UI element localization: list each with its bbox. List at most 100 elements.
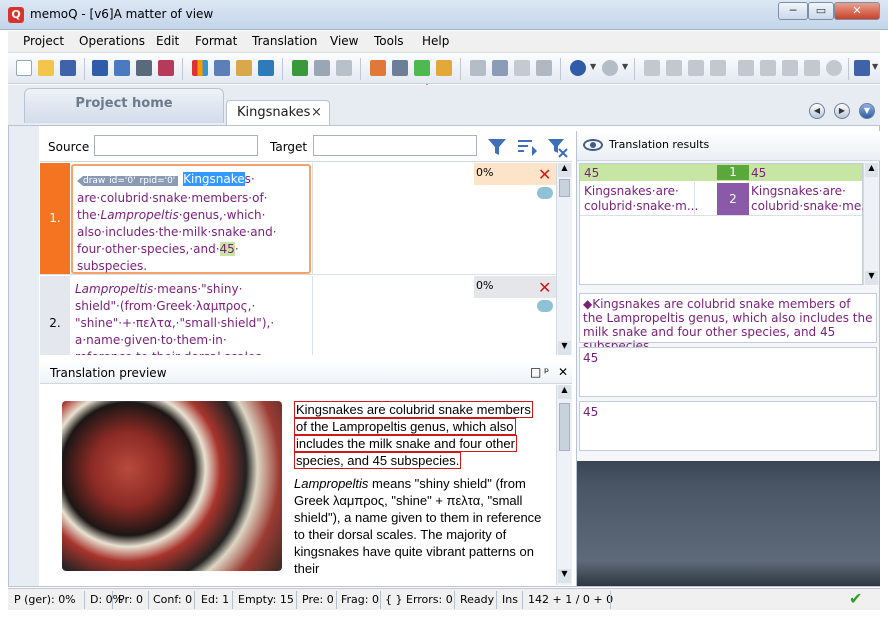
concordance-icon[interactable] [370,60,386,76]
minimize-button[interactable]: ─ [778,2,808,20]
next-segment-icon[interactable] [292,60,308,76]
close-window-button[interactable]: ✕ [834,2,880,20]
undo-icon[interactable] [570,60,586,76]
save-icon[interactable] [60,60,76,76]
grid-scrollbar[interactable]: ▲ ▼ [556,163,572,355]
paste-icon[interactable] [514,60,530,76]
italic-icon[interactable] [666,60,682,76]
view-dropdown-icon[interactable]: ▼ [872,62,878,71]
preview-scrollbar[interactable]: ▲ ▼ [556,385,572,585]
status-empty: Empty: 15 [238,593,294,606]
inline-tag[interactable]: draw id='0' rpid='0' [77,176,179,186]
toolbar: ▼ ▼ ▼ [8,54,880,84]
toolbar-separator [182,58,183,80]
result-item[interactable]: Kingsnakes·are· colubrid·snake·m... 2 Ki… [580,182,873,216]
tab-close-icon[interactable]: × [311,105,322,120]
source-cell[interactable]: Lampropeltis·means·"shiny· shield"·(from… [71,276,311,355]
delete-icon[interactable]: ✕ [538,165,551,184]
maximize-button[interactable]: ▭ [808,2,834,20]
segment-row[interactable]: 2. Lampropeltis·means·"shiny· shield"·(f… [40,276,572,355]
status-ins: Ins [502,593,518,606]
results-scrollbar[interactable]: ▲ ▼ [863,163,879,285]
source-cell[interactable]: draw id='0' rpid='0' Kingsnakes· are·col… [71,164,311,274]
delete-icon[interactable]: ✕ [538,278,551,297]
statistics-icon[interactable] [192,60,208,76]
refresh-icon[interactable] [314,60,330,76]
copy-tags-icon[interactable] [782,60,798,76]
pin-icon[interactable]: ᵖ [544,365,549,379]
sort-icon[interactable] [114,60,130,76]
menu-operations[interactable]: Operations [79,34,145,48]
bold-icon[interactable] [644,60,660,76]
scroll-down-icon[interactable]: ▼ [558,341,571,355]
segment-row[interactable]: 1. draw id='0' rpid='0' Kingsnakes· are·… [40,163,572,275]
lookup-icon[interactable] [392,60,408,76]
copy-doc-icon[interactable] [214,60,230,76]
undo-dropdown-icon[interactable]: ▼ [590,62,596,71]
filter-icon[interactable] [486,136,508,158]
source-filter-input[interactable] [94,135,258,156]
previous-tab-icon[interactable]: ◀ [809,103,825,119]
view-options-icon[interactable] [854,60,870,76]
comment-icon[interactable] [537,187,553,199]
preview-text: Kingsnakes are colubrid snake members of… [294,401,548,577]
menu-translation[interactable]: Translation [252,34,317,48]
tab-list-icon[interactable]: ▼ [859,103,875,119]
target-filter-input[interactable] [313,135,477,156]
scroll-down-icon[interactable]: ▼ [558,569,571,583]
sort-filter-icon[interactable] [516,136,538,158]
pen-icon[interactable] [136,60,152,76]
scroll-thumb[interactable] [559,403,570,451]
export-icon[interactable] [258,60,274,76]
preview-boxed-line: species, and 45 subspecies. [294,452,462,469]
status-errors[interactable]: { } Errors: 0 [385,593,453,606]
tags-icon[interactable] [738,60,754,76]
edit-doc-icon[interactable] [236,60,252,76]
result-item[interactable]: 45 1 45 [580,164,862,181]
results-list: 45 1 45 Kingsnakes·are· colubrid·snake·m… [579,163,873,285]
menu-tools[interactable]: Tools [374,34,404,48]
superscript-icon[interactable] [710,60,726,76]
menu-help[interactable]: Help [422,34,449,48]
scroll-up-icon[interactable]: ▲ [558,163,571,177]
add-term-icon[interactable] [414,60,430,76]
qa-icon[interactable] [826,60,842,76]
print-icon[interactable] [336,60,352,76]
clear-filter-icon[interactable] [546,136,568,158]
tab-project-home[interactable]: Project home [24,88,224,123]
redo-dropdown-icon[interactable]: ▼ [622,62,628,71]
scroll-up-icon[interactable]: ▲ [558,385,571,399]
new-project-icon[interactable] [16,60,32,76]
scroll-up-icon[interactable]: ▲ [865,163,878,177]
status-progress: P (ger): 0% [14,593,76,606]
menu-edit[interactable]: Edit [156,34,179,48]
menu-format[interactable]: Format [195,34,237,48]
float-panel-icon[interactable]: □ [530,365,541,379]
insert-tag-icon[interactable] [760,60,776,76]
open-folder-icon[interactable] [38,60,54,76]
scroll-down-icon[interactable]: ▼ [865,271,878,285]
close-panel-icon[interactable]: ✕ [558,365,568,379]
tab-kingsnakes[interactable]: Kingsnakes × [226,100,330,125]
redo-icon[interactable] [602,60,618,76]
menu-project[interactable]: Project [23,34,64,48]
tab-kingsnakes-label: Kingsnakes [237,105,311,120]
next-tab-icon[interactable]: ▶ [834,103,850,119]
scroll-thumb[interactable] [559,179,570,197]
import-icon[interactable] [92,60,108,76]
app-icon: Q [8,7,24,23]
preview-italic: Lampropeltis [294,476,369,491]
status-pr: Pr: 0 [118,593,143,606]
menu-view[interactable]: View [330,34,358,48]
comment-icon[interactable] [537,300,553,312]
cut-icon[interactable] [470,60,486,76]
eraser-icon[interactable] [158,60,174,76]
segment-number: 1. [40,163,70,274]
clear-tags-icon[interactable] [804,60,820,76]
results-title: Translation results [609,138,710,151]
underline-icon[interactable] [688,60,704,76]
result-divider [694,182,695,216]
paste-special-icon[interactable] [536,60,552,76]
copy-icon[interactable] [492,60,508,76]
quick-add-term-icon[interactable] [436,60,452,76]
